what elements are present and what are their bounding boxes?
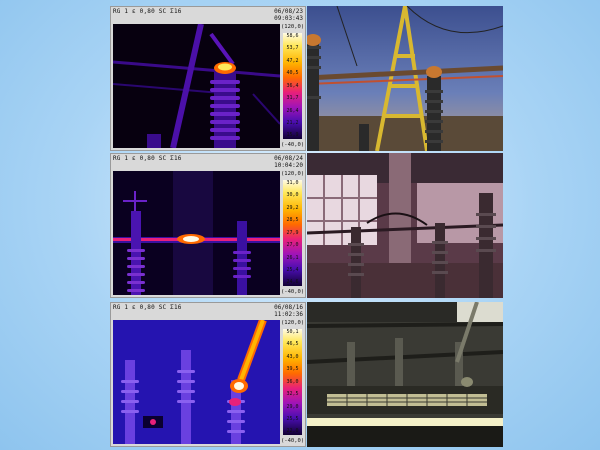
scale-min-label: (-40,0) [281, 142, 305, 148]
scale-max-label: (120,0) [281, 320, 305, 326]
capture-time: 10:04:20 [274, 162, 303, 169]
thermal-image-frame-1: RG 1 ε 0,80 SC Σ16 06/08/23 09:03:43 (12… [110, 6, 306, 151]
scale-tick: 21,2 [286, 120, 299, 126]
scale-tick: 43,0 [286, 354, 299, 360]
scale-tick: 27,9 [286, 230, 299, 236]
panel-row-1: RG 1 ε 0,80 SC Σ16 06/08/23 09:03:43 (12… [110, 6, 503, 151]
scale-tick: 46,5 [286, 341, 299, 347]
thermal-image-frame-2: RG 1 ε 0,80 SC Σ16 06/08/24 10:04:20 (12… [110, 153, 306, 298]
scale-tick: 58,6 [286, 33, 299, 39]
scale-tick: 31,7 [286, 95, 299, 101]
scale-tick: 47,2 [286, 58, 299, 64]
scale-tick: 53,7 [286, 45, 299, 51]
visible-photo-overhead-switch [307, 302, 503, 447]
visible-photo-indoor-switchgear [307, 153, 503, 298]
camera-settings-header: RG 1 ε 0,80 SC Σ16 [113, 8, 182, 15]
capture-time: 09:03:43 [274, 15, 303, 22]
scale-tick: 26,4 [286, 108, 299, 114]
scale-tick: 29,2 [286, 205, 299, 211]
capture-date: 06/08/16 [274, 304, 303, 311]
panel-row-3: RG 1 ε 0,80 SC Σ16 06/08/16 11:02:36 (12… [110, 302, 503, 447]
color-gradient-bar: 31,0 30,0 29,2 28,5 27,9 27,0 26,1 25,4 … [283, 180, 302, 286]
scale-tick: 40,5 [286, 70, 299, 76]
color-gradient-bar: 58,6 53,7 47,2 40,5 36,4 31,7 26,4 21,2 … [283, 33, 302, 139]
scale-tick: 36,4 [286, 83, 299, 89]
scale-tick: 32,5 [286, 391, 299, 397]
thermal-image-disconnector [113, 320, 280, 444]
scale-tick: 28,5 [286, 217, 299, 223]
scale-tick: 25,5 [286, 416, 299, 422]
scale-tick: 30,0 [286, 192, 299, 198]
temperature-scale: (120,0) 50,1 46,5 43,0 39,5 36,0 32,5 29… [281, 320, 304, 444]
camera-settings-header: RG 1 ε 0,80 SC Σ16 [113, 155, 182, 162]
capture-time: 11:02:36 [274, 311, 303, 318]
scale-min-label: (-40,0) [281, 438, 305, 444]
scale-tick: 29,0 [286, 404, 299, 410]
thermal-image-insulator [113, 24, 280, 148]
scale-max-label: (120,0) [281, 24, 305, 30]
capture-date: 06/08/23 [274, 8, 303, 15]
color-gradient-bar: 50,1 46,5 43,0 39,5 36,0 32,5 29,0 25,5 … [283, 329, 302, 435]
scale-tick: 31,0 [286, 180, 299, 186]
scale-tick: 25,4 [286, 267, 299, 273]
visible-photo-substation-sky [307, 6, 503, 151]
scale-tick: 27,0 [286, 242, 299, 248]
scale-tick: 26,1 [286, 255, 299, 261]
scale-tick: 24,6 [286, 279, 299, 285]
capture-date: 06/08/24 [274, 155, 303, 162]
scale-tick: 50,1 [286, 329, 299, 335]
panel-row-2: RG 1 ε 0,80 SC Σ16 06/08/24 10:04:20 (12… [110, 153, 503, 298]
scale-max-label: (120,0) [281, 171, 305, 177]
temperature-scale: (120,0) 31,0 30,0 29,2 28,5 27,9 27,0 26… [281, 171, 304, 295]
camera-settings-header: RG 1 ε 0,80 SC Σ16 [113, 304, 182, 311]
thermal-image-frame-3: RG 1 ε 0,80 SC Σ16 06/08/16 11:02:36 (12… [110, 302, 306, 447]
scale-min-label: (-40,0) [281, 289, 305, 295]
temperature-scale: (120,0) 58,6 53,7 47,2 40,5 36,4 31,7 26… [281, 24, 304, 148]
thermal-image-conductor [113, 171, 280, 295]
scale-tick: 36,0 [286, 379, 299, 385]
scale-tick: 22,0 [286, 428, 299, 434]
scale-tick: 39,5 [286, 366, 299, 372]
scale-tick: 15,9 [286, 132, 299, 138]
